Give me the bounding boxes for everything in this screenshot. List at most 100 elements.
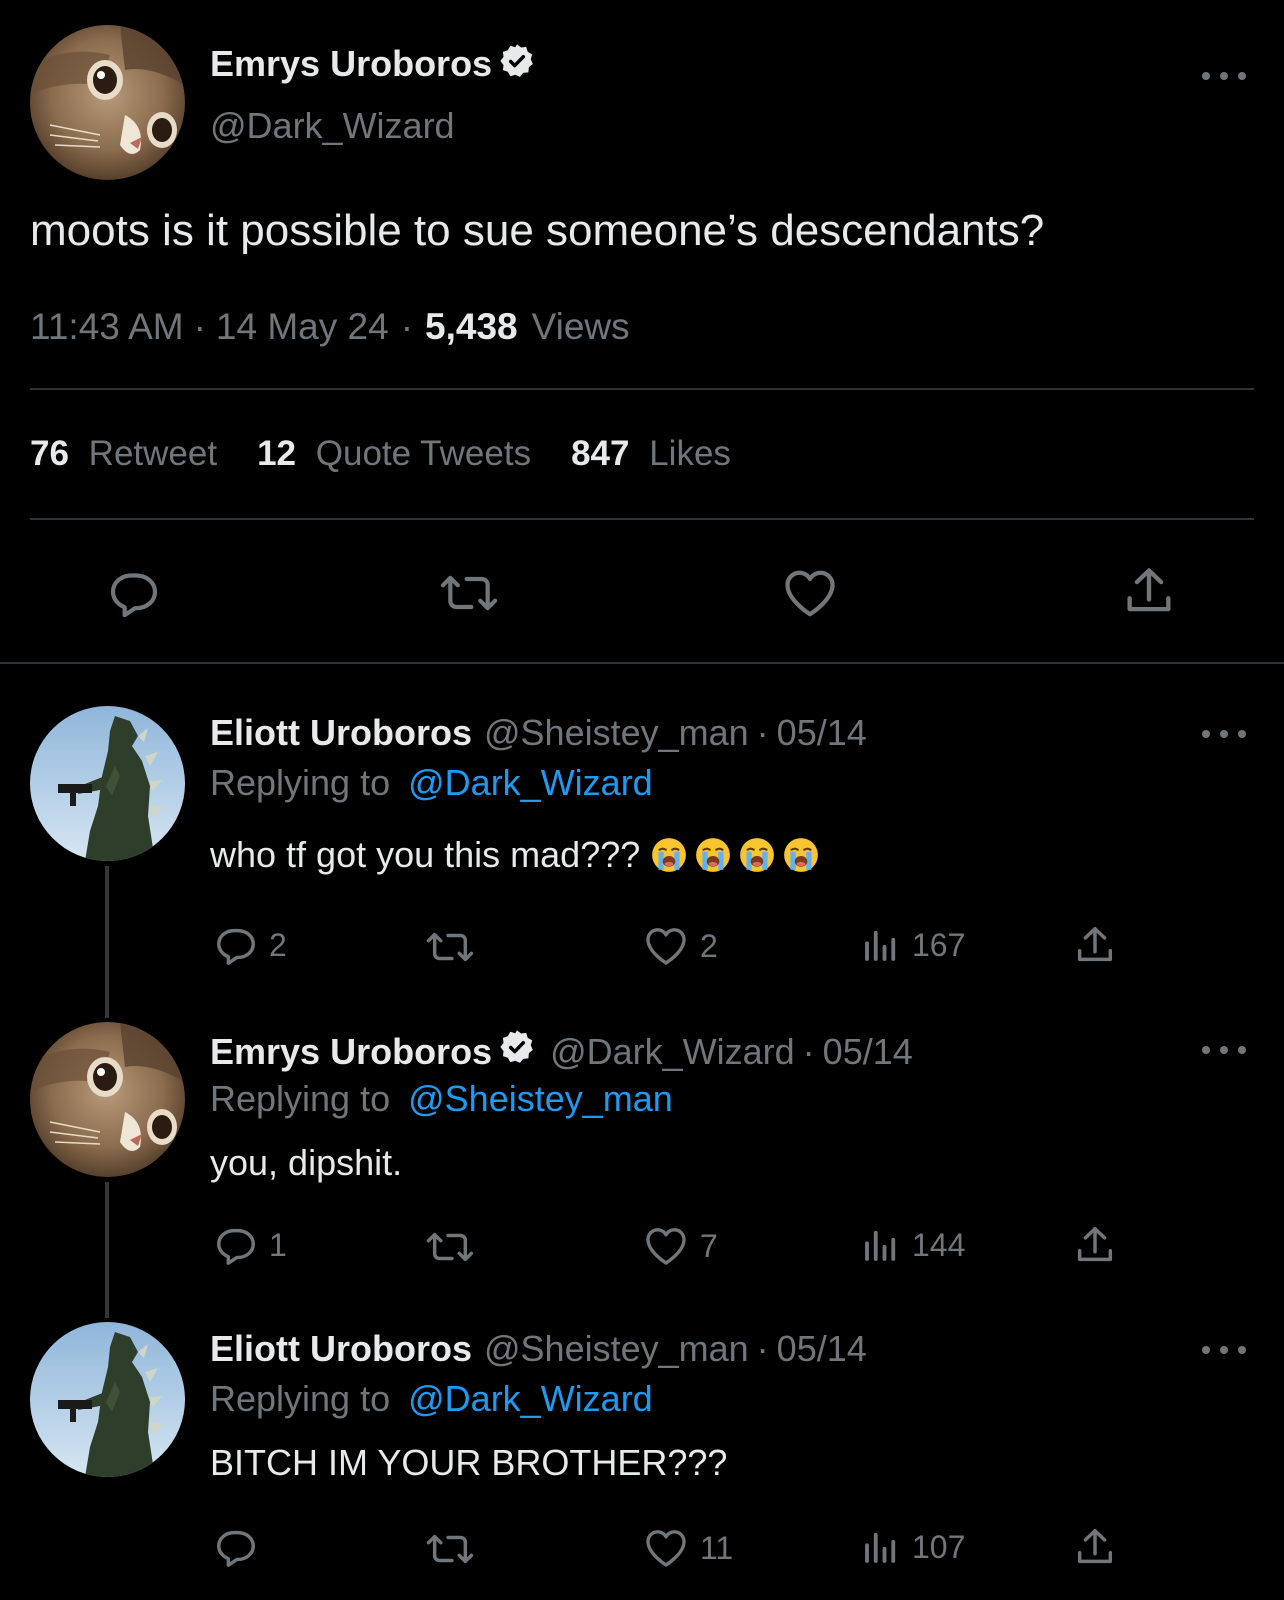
- quotes-label: Quote Tweets: [315, 434, 532, 473]
- reply-1-date[interactable]: 05/14: [777, 712, 867, 754]
- more-options-icon[interactable]: [1202, 724, 1246, 744]
- reply-3-date[interactable]: 05/14: [777, 1328, 867, 1370]
- more-options-icon[interactable]: [1202, 1340, 1246, 1360]
- retweet-icon: [440, 575, 498, 611]
- views-count: 107: [912, 1528, 966, 1565]
- heart-icon: [785, 570, 835, 617]
- avatar-cat[interactable]: [30, 25, 185, 180]
- likes-stat[interactable]: 847 Likes: [571, 434, 731, 474]
- reply-2-retweet-button[interactable]: [424, 1224, 476, 1270]
- reply-1-retweet-button[interactable]: [424, 924, 476, 970]
- reply-3-text: BITCH IM YOUR BROTHER???: [210, 1442, 728, 1483]
- reply-1-replying-to: Replying to @Dark_Wizard: [210, 762, 653, 804]
- thread-connector: [105, 1182, 109, 1318]
- retweet-icon: [426, 1534, 474, 1564]
- replying-to-handle[interactable]: @Dark_Wizard: [408, 1378, 653, 1419]
- retweet-icon: [426, 1232, 474, 1262]
- reply-1-handle[interactable]: @Sheistey_man: [484, 712, 749, 754]
- loudly-crying-emoji-icon: [696, 838, 731, 872]
- retweet-icon: [426, 932, 474, 962]
- reply-1-author-name[interactable]: Eliott Uroboros: [210, 712, 472, 754]
- retweets-count: 76: [30, 434, 69, 473]
- like-count: 11: [700, 1529, 734, 1566]
- emoji-row: [650, 836, 826, 874]
- reply-3-share-button[interactable]: [1072, 1524, 1118, 1570]
- like-button[interactable]: [780, 563, 840, 623]
- reply-1-reply-button[interactable]: 2: [213, 922, 287, 968]
- reply-button[interactable]: [106, 565, 162, 621]
- divider: [30, 518, 1254, 520]
- main-author-handle[interactable]: @Dark_Wizard: [210, 105, 455, 147]
- avatar-godzilla[interactable]: [30, 1322, 185, 1477]
- thread-connector: [105, 866, 109, 1018]
- reply-count: 1: [269, 1226, 287, 1263]
- reply-3-reply-button[interactable]: [213, 1524, 259, 1570]
- reply-3-retweet-button[interactable]: [424, 1526, 476, 1572]
- divider: [30, 388, 1254, 390]
- verified-badge-icon: [498, 42, 536, 85]
- quotes-count: 12: [257, 434, 297, 473]
- reply-3-replying-to: Replying to @Dark_Wizard: [210, 1378, 653, 1420]
- more-options-icon[interactable]: [1202, 66, 1246, 86]
- reply-2-date[interactable]: 05/14: [823, 1031, 913, 1073]
- retweet-button[interactable]: [438, 565, 500, 621]
- separator-dot: ·: [802, 1030, 815, 1072]
- engagement-stats: 76 Retweet 12 Quote Tweets 847 Likes: [30, 434, 731, 474]
- loudly-crying-emoji-icon: [740, 838, 775, 872]
- reply-3-header: Eliott Uroboros @Sheistey_man · 05/14: [210, 1328, 867, 1370]
- reply-2-header: Emrys Uroboros @Dark_Wizard · 05/14: [210, 1028, 913, 1075]
- share-icon: [1127, 568, 1171, 612]
- main-tweet-meta: 11:43 AM · 14 May 24 · 5,438 Views: [30, 306, 630, 348]
- reply-icon: [110, 573, 158, 618]
- reply-1-text: who tf got you this mad???: [210, 834, 641, 875]
- reply-3-views-button[interactable]: 107: [860, 1526, 965, 1568]
- share-button[interactable]: [1120, 562, 1178, 620]
- more-options-icon[interactable]: [1202, 1040, 1246, 1060]
- likes-count: 847: [571, 434, 630, 473]
- views-count: 167: [912, 926, 966, 963]
- replying-to-handle[interactable]: @Dark_Wizard: [408, 762, 653, 803]
- reply-1-share-button[interactable]: [1072, 922, 1118, 968]
- loudly-crying-emoji-icon: [784, 838, 819, 872]
- quotes-stat[interactable]: 12 Quote Tweets: [257, 434, 531, 474]
- share-icon: [1077, 1528, 1113, 1564]
- reply-1-like-button[interactable]: 2: [642, 922, 718, 970]
- likes-label: Likes: [649, 434, 731, 473]
- replying-to-label: Replying to: [210, 1378, 391, 1419]
- reply-2-handle[interactable]: @Dark_Wizard: [550, 1031, 795, 1073]
- reply-3-author-name[interactable]: Eliott Uroboros: [210, 1328, 472, 1370]
- loudly-crying-emoji-icon: [652, 838, 687, 872]
- avatar-cat[interactable]: [30, 1022, 185, 1177]
- reply-icon: [217, 1228, 255, 1265]
- reply-2-views-button[interactable]: 144: [860, 1224, 965, 1266]
- separator-dot: ·: [193, 306, 206, 347]
- reply-2-share-button[interactable]: [1072, 1222, 1118, 1268]
- heart-icon: [646, 1530, 686, 1567]
- tweet-time[interactable]: 11:43 AM: [30, 306, 184, 348]
- views-chart-icon: [865, 930, 896, 961]
- reply-2-like-button[interactable]: 7: [642, 1222, 718, 1270]
- like-count: 2: [700, 927, 718, 964]
- main-author-row: Emrys Uroboros: [210, 42, 536, 85]
- retweets-stat[interactable]: 76 Retweet: [30, 434, 217, 474]
- reply-2-author-name[interactable]: Emrys Uroboros: [210, 1031, 492, 1073]
- reply-3-like-button[interactable]: 11: [642, 1524, 733, 1572]
- verified-badge-icon: [498, 1028, 536, 1075]
- divider: [0, 662, 1284, 664]
- reply-1-views-button[interactable]: 167: [860, 924, 965, 966]
- replying-to-handle[interactable]: @Sheistey_man: [408, 1078, 673, 1119]
- tweet-date[interactable]: 14 May 24: [216, 306, 389, 348]
- reply-icon: [217, 928, 255, 965]
- reply-3-handle[interactable]: @Sheistey_man: [484, 1328, 749, 1370]
- separator-dot: ·: [756, 1328, 769, 1369]
- separator-dot: ·: [756, 712, 769, 753]
- main-author-name[interactable]: Emrys Uroboros: [210, 43, 492, 85]
- avatar-godzilla[interactable]: [30, 706, 185, 861]
- reply-2-reply-button[interactable]: 1: [213, 1222, 287, 1268]
- reply-2-text: you, dipshit.: [210, 1142, 403, 1183]
- heart-icon: [646, 928, 686, 965]
- heart-icon: [646, 1228, 686, 1265]
- reply-1-header: Eliott Uroboros @Sheistey_man · 05/14: [210, 712, 867, 754]
- reply-2-replying-to: Replying to @Sheistey_man: [210, 1078, 673, 1120]
- main-tweet-text: moots is it possible to sue someone’s de…: [30, 206, 1045, 255]
